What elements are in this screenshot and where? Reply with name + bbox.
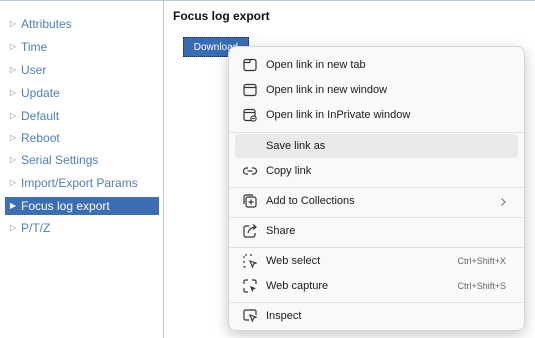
sidebar: ▷ Attributes ▷ Time ▷ User ▷ Update ▷ Default… — [0, 0, 164, 338]
triangle-right-icon: ▷ — [9, 155, 17, 164]
menu-separator — [229, 132, 524, 133]
menu-item-open-inprivate[interactable]: Open link in InPrivate window — [235, 103, 518, 127]
menu-item-label: Share — [266, 225, 296, 237]
menu-separator — [229, 247, 524, 248]
menu-item-label: Save link as — [266, 140, 326, 152]
web-capture-icon — [242, 278, 258, 294]
triangle-right-icon: ▷ — [9, 19, 17, 28]
share-icon — [242, 223, 258, 239]
menu-item-label: Inspect — [266, 310, 302, 322]
sidebar-item-label: Focus log export — [21, 199, 110, 213]
sidebar-item-label: Reboot — [21, 131, 60, 145]
triangle-right-icon: ▷ — [9, 223, 17, 232]
shortcut-label: Ctrl+Shift+X — [457, 256, 506, 266]
menu-item-label: Open link in InPrivate window — [266, 109, 411, 121]
web-select-icon — [242, 253, 258, 269]
triangle-right-icon: ▷ — [9, 111, 17, 120]
inspect-icon — [242, 308, 258, 324]
menu-item-save-link-as[interactable]: Save link as — [235, 134, 518, 158]
triangle-right-icon: ▷ — [9, 42, 17, 51]
menu-item-share[interactable]: Share — [235, 219, 518, 243]
sidebar-item-label: Update — [21, 86, 60, 100]
menu-item-copy-link[interactable]: Copy link — [235, 159, 518, 183]
sidebar-item-focus-log-export[interactable]: ▶ Focus log export — [5, 197, 159, 215]
sidebar-item-serial-settings[interactable]: ▷ Serial Settings — [5, 151, 159, 169]
sidebar-item-label: Default — [21, 109, 60, 123]
sidebar-item-label: Time — [21, 40, 48, 54]
triangle-right-icon: ▷ — [9, 133, 17, 142]
menu-item-web-select[interactable]: Web select Ctrl+Shift+X — [235, 249, 518, 273]
menu-item-add-to-collections[interactable]: Add to Collections — [235, 189, 518, 213]
sidebar-item-attributes[interactable]: ▷ Attributes — [5, 15, 159, 33]
triangle-right-icon: ▷ — [9, 88, 17, 97]
menu-item-label: Open link in new window — [266, 84, 388, 96]
menu-item-label: Copy link — [266, 165, 312, 177]
sidebar-item-import-export-params[interactable]: ▷ Import/Export Params — [5, 174, 159, 192]
chevron-right-icon — [497, 195, 509, 207]
inprivate-window-icon — [242, 107, 258, 123]
menu-separator — [229, 187, 524, 188]
triangle-right-icon: ▷ — [9, 65, 17, 74]
sidebar-item-update[interactable]: ▷ Update — [5, 84, 159, 102]
page: ▷ Attributes ▷ Time ▷ User ▷ Update ▷ Default… — [0, 0, 535, 338]
sidebar-item-label: Serial Settings — [21, 153, 99, 167]
menu-item-label: Open link in new tab — [266, 59, 366, 71]
collections-icon — [242, 193, 258, 209]
menu-item-label: Add to Collections — [266, 195, 355, 207]
shortcut-label: Ctrl+Shift+S — [457, 281, 506, 291]
page-title: Focus log export — [173, 9, 270, 23]
sidebar-item-label: Attributes — [21, 17, 72, 31]
menu-item-open-new-tab[interactable]: Open link in new tab — [235, 53, 518, 77]
sidebar-item-label: Import/Export Params — [21, 176, 138, 190]
sidebar-item-default[interactable]: ▷ Default — [5, 107, 159, 125]
new-tab-icon — [242, 57, 258, 73]
menu-item-label: Web capture — [266, 280, 329, 292]
sidebar-item-user[interactable]: ▷ User — [5, 61, 159, 79]
context-menu: Open link in new tab Open link in new wi… — [228, 46, 525, 331]
menu-separator — [229, 217, 524, 218]
menu-item-web-capture[interactable]: Web capture Ctrl+Shift+S — [235, 274, 518, 298]
new-window-icon — [242, 82, 258, 98]
triangle-right-icon: ▶ — [9, 201, 17, 210]
menu-item-open-new-window[interactable]: Open link in new window — [235, 78, 518, 102]
sidebar-item-label: P/T/Z — [21, 221, 51, 235]
sidebar-item-time[interactable]: ▷ Time — [5, 38, 159, 56]
menu-item-label: Web select — [266, 255, 321, 267]
sidebar-item-ptz[interactable]: ▷ P/T/Z — [5, 219, 159, 237]
sidebar-item-label: User — [21, 63, 47, 77]
menu-separator — [229, 302, 524, 303]
sidebar-item-reboot[interactable]: ▷ Reboot — [5, 129, 159, 147]
menu-item-inspect[interactable]: Inspect — [235, 304, 518, 328]
triangle-right-icon: ▷ — [9, 178, 17, 187]
link-icon — [242, 163, 258, 179]
